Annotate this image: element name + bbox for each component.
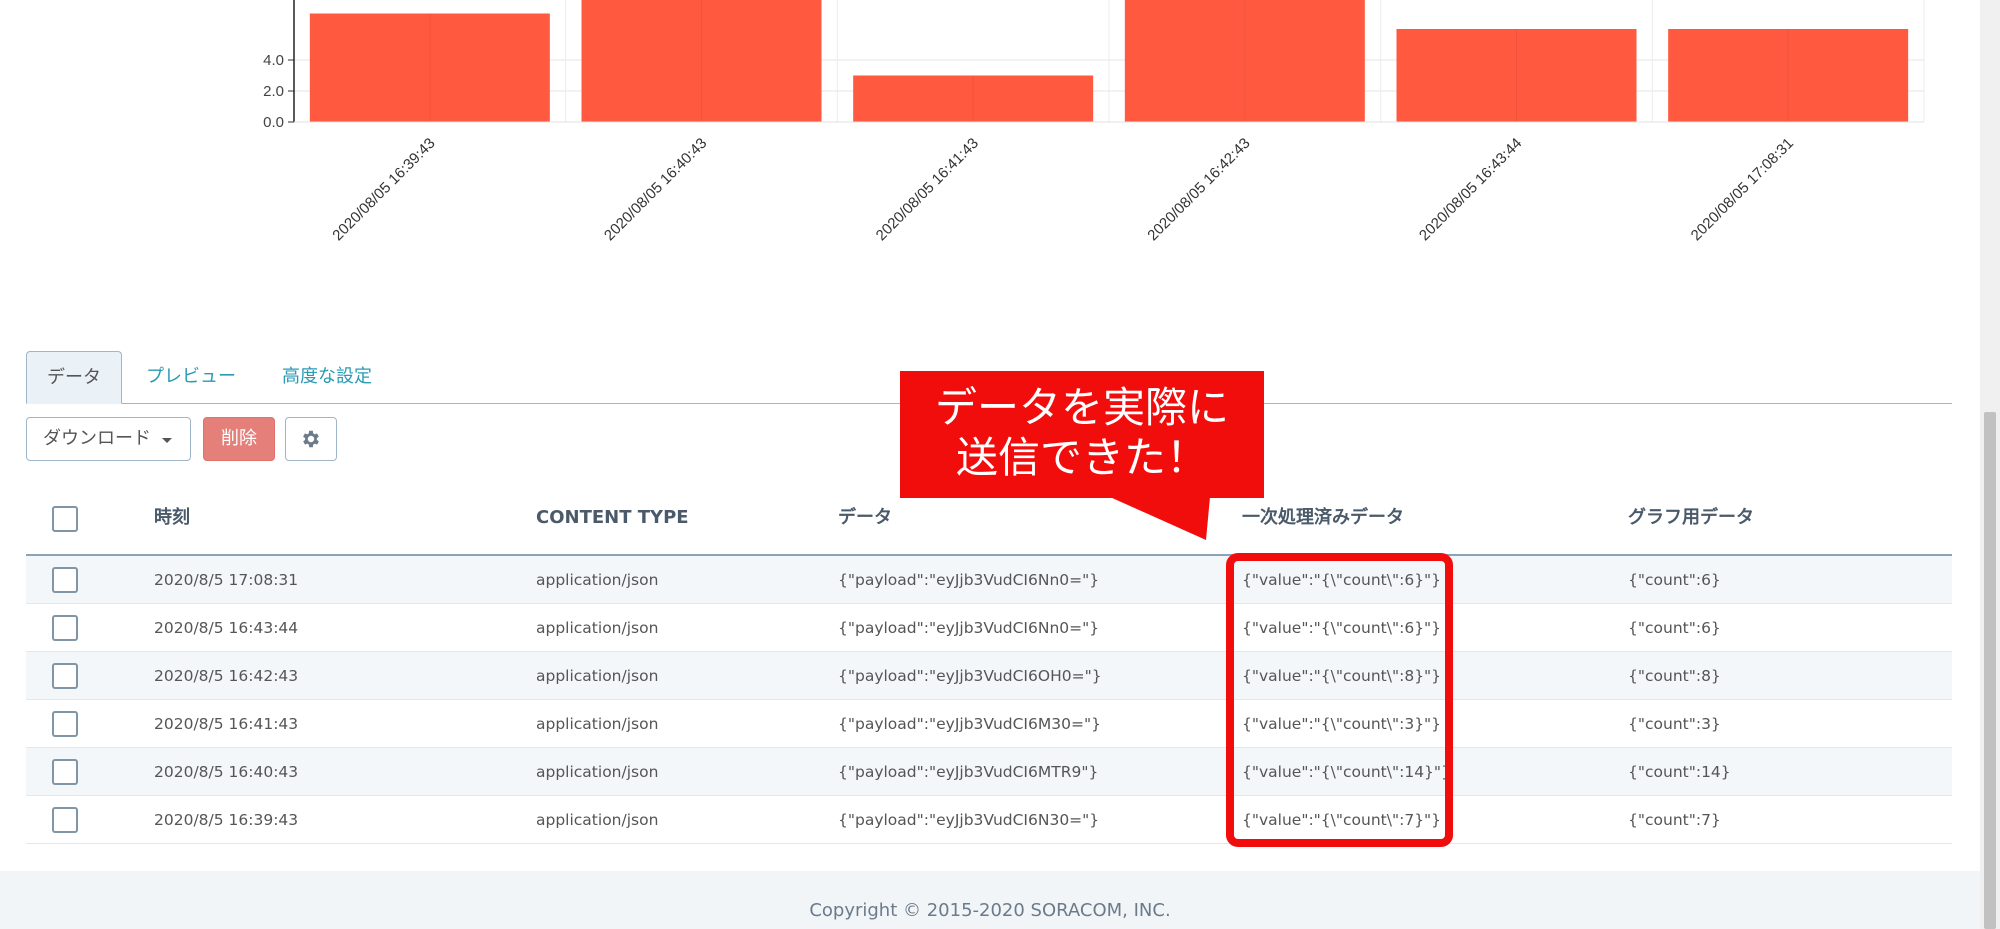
data-table: 時刻 CONTENT TYPE データ 一次処理済みデータ グラフ用データ 20… bbox=[26, 491, 1952, 844]
select-all-checkbox[interactable] bbox=[52, 506, 78, 532]
cell-graph-data: {"count":14} bbox=[1628, 763, 1731, 781]
bar-chart: 0.0 2.0 4.0 2020/08/05 16:39:43 2020/08/05 1… bbox=[0, 0, 1960, 250]
cell-data: {"payload":"eyJjb3VudCI6Nn0="} bbox=[838, 619, 1100, 637]
copyright-text: Copyright © 2015-2020 SORACOM, INC. bbox=[809, 900, 1171, 921]
cell-time: 2020/8/5 16:40:43 bbox=[154, 763, 299, 781]
caret-down-icon bbox=[162, 438, 172, 443]
x-tick-label: 2020/08/05 16:41:43 bbox=[873, 135, 982, 244]
cell-graph-data: {"count":7} bbox=[1628, 811, 1721, 829]
cell-data: {"payload":"eyJjb3VudCI6N30="} bbox=[838, 811, 1100, 829]
cell-time: 2020/8/5 16:42:43 bbox=[154, 667, 299, 685]
header-content-type[interactable]: CONTENT TYPE bbox=[536, 491, 689, 545]
table-row[interactable]: 2020/8/5 16:40:43 application/json {"pay… bbox=[26, 748, 1952, 796]
cell-time: 2020/8/5 16:41:43 bbox=[154, 715, 299, 733]
x-tick-label: 2020/08/05 16:43:44 bbox=[1416, 135, 1525, 244]
x-tick-label: 2020/08/05 16:39:43 bbox=[329, 135, 438, 244]
header-processed-data[interactable]: 一次処理済みデータ bbox=[1242, 491, 1404, 545]
callout-line-1: データを実際に bbox=[934, 383, 1229, 432]
cell-content-type: application/json bbox=[536, 667, 659, 685]
gear-icon bbox=[303, 430, 319, 448]
annotation-callout: データを実際に 送信できた！ bbox=[900, 371, 1264, 498]
cell-time: 2020/8/5 16:43:44 bbox=[154, 619, 299, 637]
cell-data: {"payload":"eyJjb3VudCI6MTR9"} bbox=[838, 763, 1099, 781]
table-body: 2020/8/5 17:08:31 application/json {"pay… bbox=[26, 556, 1952, 844]
vertical-scrollbar[interactable] bbox=[1980, 0, 2000, 929]
table-header: 時刻 CONTENT TYPE データ 一次処理済みデータ グラフ用データ bbox=[26, 491, 1952, 556]
cell-time: 2020/8/5 17:08:31 bbox=[154, 571, 299, 589]
table-row[interactable]: 2020/8/5 16:43:44 application/json {"pay… bbox=[26, 604, 1952, 652]
cell-graph-data: {"count":6} bbox=[1628, 571, 1721, 589]
cell-content-type: application/json bbox=[536, 811, 659, 829]
cell-time: 2020/8/5 16:39:43 bbox=[154, 811, 299, 829]
download-label: ダウンロード bbox=[43, 428, 151, 449]
footer: Copyright © 2015-2020 SORACOM, INC. bbox=[0, 871, 1980, 929]
callout-line-2: 送信できた！ bbox=[955, 433, 1208, 482]
row-checkbox[interactable] bbox=[52, 759, 78, 785]
row-checkbox[interactable] bbox=[52, 615, 78, 641]
table-row[interactable]: 2020/8/5 17:08:31 application/json {"pay… bbox=[26, 556, 1952, 604]
cell-graph-data: {"count":6} bbox=[1628, 619, 1721, 637]
y-tick-label: 4.0 bbox=[263, 52, 284, 69]
row-checkbox[interactable] bbox=[52, 567, 78, 593]
cell-data: {"payload":"eyJjb3VudCI6M30="} bbox=[838, 715, 1101, 733]
row-checkbox[interactable] bbox=[52, 807, 78, 833]
tab-advanced-settings[interactable]: 高度な設定 bbox=[282, 351, 372, 404]
y-tick-label: 2.0 bbox=[263, 83, 284, 100]
cell-content-type: application/json bbox=[536, 715, 659, 733]
tab-preview[interactable]: プレビュー bbox=[146, 351, 236, 404]
cell-content-type: application/json bbox=[536, 571, 659, 589]
cell-graph-data: {"count":3} bbox=[1628, 715, 1721, 733]
settings-button[interactable] bbox=[285, 417, 337, 461]
cell-content-type: application/json bbox=[536, 763, 659, 781]
header-time[interactable]: 時刻 bbox=[154, 491, 190, 545]
tab-data[interactable]: データ bbox=[26, 351, 122, 404]
cell-data: {"payload":"eyJjb3VudCI6OH0="} bbox=[838, 667, 1102, 685]
delete-button[interactable]: 削除 bbox=[203, 417, 275, 461]
x-tick-label: 2020/08/05 16:42:43 bbox=[1144, 135, 1253, 244]
cell-content-type: application/json bbox=[536, 619, 659, 637]
cell-graph-data: {"count":8} bbox=[1628, 667, 1721, 685]
highlight-box bbox=[1226, 553, 1453, 847]
chart-svg: 0.0 2.0 4.0 2020/08/05 16:39:43 2020/08/05 1… bbox=[263, 0, 1925, 244]
y-tick-label: 0.0 bbox=[263, 114, 284, 131]
header-graph-data[interactable]: グラフ用データ bbox=[1628, 491, 1754, 545]
cell-data: {"payload":"eyJjb3VudCI6Nn0="} bbox=[838, 571, 1100, 589]
row-checkbox[interactable] bbox=[52, 711, 78, 737]
x-tick-label: 2020/08/05 17:08:31 bbox=[1688, 135, 1797, 244]
row-checkbox[interactable] bbox=[52, 663, 78, 689]
download-dropdown-button[interactable]: ダウンロード bbox=[26, 417, 191, 461]
header-data[interactable]: データ bbox=[838, 491, 892, 545]
scrollbar-thumb[interactable] bbox=[1984, 412, 1996, 929]
table-row[interactable]: 2020/8/5 16:42:43 application/json {"pay… bbox=[26, 652, 1952, 700]
table-row[interactable]: 2020/8/5 16:41:43 application/json {"pay… bbox=[26, 700, 1952, 748]
x-tick-label: 2020/08/05 16:40:43 bbox=[601, 135, 710, 244]
table-row[interactable]: 2020/8/5 16:39:43 application/json {"pay… bbox=[26, 796, 1952, 844]
